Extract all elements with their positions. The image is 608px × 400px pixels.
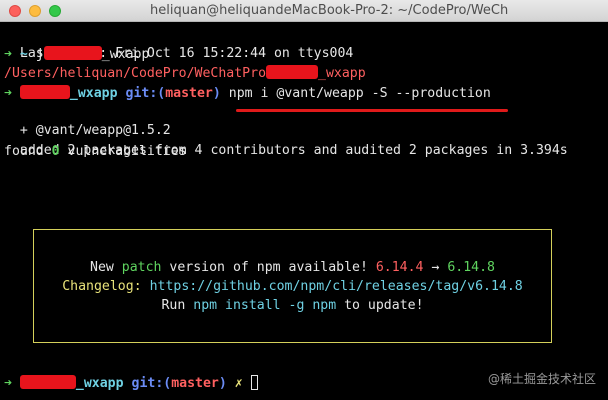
found-suffix: vulnerabilities	[59, 144, 187, 159]
notice-old-version: 6.14.4	[375, 260, 424, 275]
notice-new-version: 6.14.8	[447, 260, 495, 275]
prompt-arrow-icon: ➜	[4, 376, 12, 391]
path-suffix: _wxapp	[318, 66, 366, 81]
branch-paren-close: )	[218, 376, 227, 391]
notice-arrow-icon: →	[423, 260, 448, 275]
notice-update-text: to update!	[336, 298, 424, 313]
terminal-cursor[interactable]	[250, 375, 258, 390]
notice-new-text: New	[90, 260, 122, 275]
close-window-button[interactable]	[9, 5, 21, 17]
dirty-marker-icon: ✗	[234, 376, 243, 391]
redacted-block	[266, 65, 319, 79]
git-branch: master	[171, 376, 219, 391]
prompt-arrow-icon: ➜	[4, 86, 12, 101]
notice-run-line: Run npm install -g npm to update!	[34, 297, 551, 315]
notice-changelog-line: Changelog: https://github.com/npm/cli/re…	[34, 278, 551, 296]
notice-install-command: npm install -g npm	[193, 298, 337, 313]
last-login-line: Last login: Fri Oct 16 15:22:44 on ttys0…	[4, 27, 353, 61]
notice-version-text: version of npm available!	[161, 260, 376, 275]
vulnerability-count: 0	[51, 144, 60, 159]
path-prefix: /Users/heliquan/CodePro/WeChatPro	[4, 66, 267, 81]
notice-patch-word: patch	[121, 260, 162, 275]
vulnerabilities-line: found 0 vulnerabilities	[4, 143, 187, 161]
notice-run-text: Run	[161, 298, 194, 313]
prompt-line-3: ➜ _wxapp git:(master) ✗	[4, 375, 258, 393]
notice-new-version-line: New patch version of npm available! 6.14…	[34, 259, 551, 277]
git-label: git:	[125, 86, 158, 101]
command-1-suffix: _wxapp	[101, 47, 150, 62]
git-label: git:	[131, 376, 164, 391]
watermark: @稀土掘金技术社区	[487, 372, 596, 386]
redacted-block	[43, 46, 102, 60]
added-packages-line: added 2 packages from 4 contributors and…	[4, 124, 568, 158]
prompt-line-1: ➜ ~ j _wxapp	[4, 46, 149, 64]
found-prefix: found	[4, 144, 52, 159]
prompt-line-2: ➜ _wxapp git:(master) npm i @vant/weapp …	[4, 85, 491, 103]
redacted-block	[19, 375, 76, 389]
redacted-block	[19, 85, 70, 99]
window-title: heliquan@heliquandeMacBook-Pro-2: ~/Code…	[150, 3, 509, 18]
git-branch: master	[165, 86, 213, 101]
prompt-arrow-icon: ➜	[4, 47, 12, 62]
notice-changelog-link[interactable]: https://github.com/npm/cli/releases/tag/…	[150, 279, 523, 294]
prompt-dir-home: ~	[19, 47, 28, 62]
prompt-dir-suffix: _wxapp	[69, 86, 118, 101]
window-titlebar: heliquan@heliquandeMacBook-Pro-2: ~/Code…	[0, 0, 608, 22]
npm-command: npm i @vant/weapp -S --production	[228, 86, 491, 101]
prompt-dir-suffix: _wxapp	[75, 376, 124, 391]
maximize-window-button[interactable]	[49, 5, 61, 17]
command-1-prefix: j	[35, 47, 44, 62]
path-line: /Users/heliquan/CodePro/WeChatPro _wxapp	[4, 65, 366, 83]
npm-update-notice-box: New patch version of npm available! 6.14…	[33, 229, 552, 343]
minimize-window-button[interactable]	[29, 5, 41, 17]
command-underline-annotation	[236, 109, 508, 112]
branch-paren-close: )	[212, 86, 221, 101]
install-result-line: + @vant/weapp@1.5.2	[4, 104, 171, 138]
notice-changelog-label: Changelog:	[62, 279, 150, 294]
